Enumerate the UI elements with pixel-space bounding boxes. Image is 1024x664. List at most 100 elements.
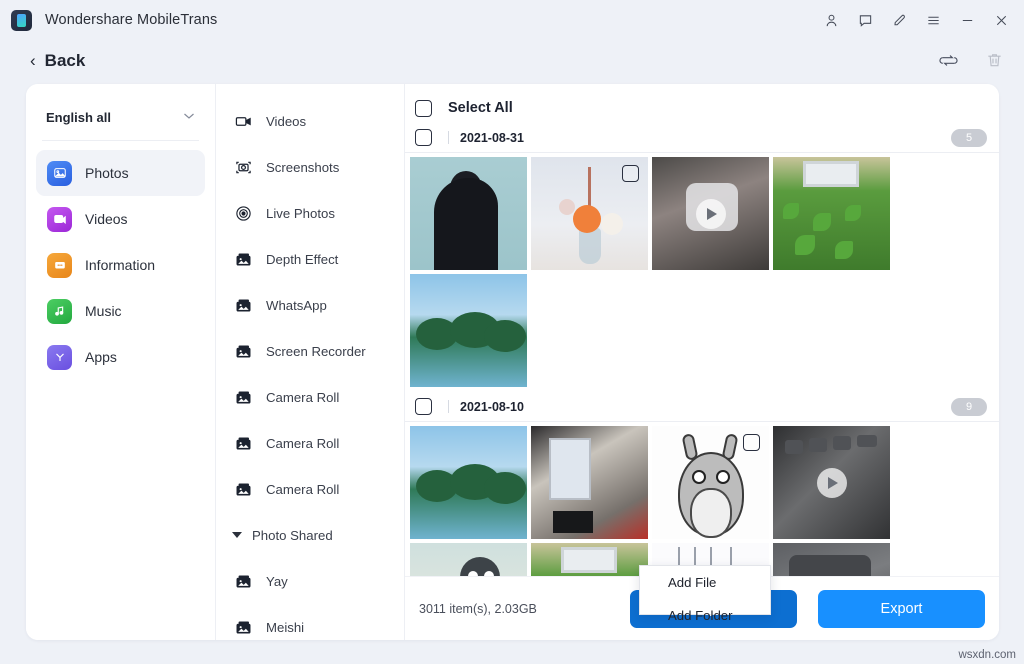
category-item-meishi[interactable]: Meishi (216, 604, 404, 640)
album-icon (234, 480, 253, 499)
video-airpods-case[interactable] (652, 157, 769, 270)
items-summary: 3011 item(s), 2.03GB (419, 602, 537, 616)
category-group-photo-shared[interactable]: Photo Shared (216, 512, 404, 558)
import-dropdown-menu: Add File Add Folder (639, 565, 771, 615)
chevron-down-icon (183, 111, 195, 123)
apps-icon (47, 345, 72, 370)
select-all-label: Select All (448, 100, 513, 116)
group-count-badge: 5 (951, 129, 987, 147)
photo-beach-palms-2[interactable] (410, 426, 527, 539)
watermark: wsxdn.com (958, 649, 1016, 661)
account-icon[interactable] (814, 4, 848, 36)
category-label: Photo Shared (252, 528, 333, 543)
sidebar-divider (42, 140, 199, 141)
category-item-camera-roll-3[interactable]: Camera Roll (216, 466, 404, 512)
triangle-down-icon (232, 532, 242, 538)
category-item-yay[interactable]: Yay (216, 558, 404, 604)
refresh-icon[interactable] (936, 48, 960, 72)
category-label: Yay (266, 574, 288, 589)
category-item-camera-roll-1[interactable]: Camera Roll (216, 374, 404, 420)
category-label: WhatsApp (266, 298, 327, 313)
photo-person-black-outfit[interactable] (410, 157, 527, 270)
group-date: 2021-08-31 (460, 131, 524, 145)
category-label: Camera Roll (266, 482, 339, 497)
menu-item-add-folder[interactable]: Add Folder (640, 603, 770, 628)
close-icon[interactable] (984, 4, 1018, 36)
category-label: Videos (266, 114, 306, 129)
sidebar-item-music[interactable]: Music (36, 288, 205, 334)
export-button[interactable]: Export (818, 590, 985, 628)
date-group-header[interactable]: 2021-08-31 5 (405, 123, 999, 153)
title-bar: Wondershare MobileTrans (0, 0, 1024, 40)
app-logo-icon (11, 10, 32, 31)
information-icon (47, 253, 72, 278)
back-row: ‹ Back (0, 40, 1024, 82)
language-value: English all (46, 110, 111, 125)
date-group-header[interactable]: 2021-08-10 9 (405, 392, 999, 422)
select-all-checkbox[interactable] (415, 100, 432, 117)
back-button[interactable]: ‹ Back (30, 51, 85, 71)
album-icon (234, 572, 253, 591)
category-item-screen-recorder[interactable]: Screen Recorder (216, 328, 404, 374)
category-item-whatsapp[interactable]: WhatsApp (216, 282, 404, 328)
feedback-icon[interactable] (848, 4, 882, 36)
album-icon (234, 342, 253, 361)
thumbnail-checkbox[interactable] (622, 165, 639, 182)
category-label: Screen Recorder (266, 344, 366, 359)
live-photo-icon (234, 204, 253, 223)
main-card: English all Photos (26, 84, 999, 640)
sidebar-item-videos[interactable]: Videos (36, 196, 205, 242)
screenshot-icon (234, 158, 253, 177)
videos-icon (47, 207, 72, 232)
sidebar-item-photos[interactable]: Photos (36, 150, 205, 196)
category-item-screenshots[interactable]: Screenshots (216, 144, 404, 190)
category-list: Videos Screenshots Live Photos (215, 84, 405, 640)
video-camera-icon (234, 112, 253, 131)
sidebar-item-information[interactable]: Information (36, 242, 205, 288)
category-item-camera-roll-2[interactable]: Camera Roll (216, 420, 404, 466)
menu-icon[interactable] (916, 4, 950, 36)
video-keyboard-dark[interactable] (773, 426, 890, 539)
category-label: Meishi (266, 620, 304, 635)
photo-ivy-window[interactable] (773, 157, 890, 270)
photo-grid-panel: Select All 2021-08-31 5 (405, 84, 999, 640)
thumbnail-checkbox[interactable] (743, 434, 760, 451)
sidebar-item-apps[interactable]: Apps (36, 334, 205, 380)
category-label: Screenshots (266, 160, 339, 175)
group-count-badge: 9 (951, 398, 987, 416)
album-icon (234, 296, 253, 315)
sidebar-item-label: Music (85, 303, 122, 319)
language-selector[interactable]: English all (42, 102, 199, 132)
album-icon (234, 618, 253, 637)
photo-beach-palms[interactable] (410, 274, 527, 387)
menu-item-add-file[interactable]: Add File (640, 570, 770, 595)
music-icon (47, 299, 72, 324)
photo-totoro-lineart[interactable] (652, 426, 769, 539)
delete-icon[interactable] (982, 48, 1006, 72)
album-icon (234, 388, 253, 407)
select-all-row[interactable]: Select All (405, 93, 999, 123)
app-title: Wondershare MobileTrans (45, 12, 217, 28)
album-icon (234, 434, 253, 453)
category-item-live-photos[interactable]: Live Photos (216, 190, 404, 236)
sidebar-item-label: Videos (85, 211, 128, 227)
category-item-depth-effect[interactable]: Depth Effect (216, 236, 404, 282)
divider (448, 131, 449, 144)
play-icon (696, 199, 726, 229)
edit-icon[interactable] (882, 4, 916, 36)
album-icon (234, 250, 253, 269)
group-checkbox[interactable] (415, 129, 432, 146)
sidebar-item-label: Photos (85, 165, 129, 181)
sidebar: English all Photos (26, 84, 215, 640)
back-chevron-icon: ‹ (30, 51, 36, 71)
play-icon (817, 468, 847, 498)
category-item-videos[interactable]: Videos (216, 98, 404, 144)
photo-flower-vase[interactable] (531, 157, 648, 270)
mobiletrans-window: Wondershare MobileTrans (0, 0, 1024, 664)
group-checkbox[interactable] (415, 398, 432, 415)
category-label: Depth Effect (266, 252, 338, 267)
header-actions (936, 48, 1006, 72)
sidebar-item-label: Information (85, 257, 155, 273)
photo-office-desk[interactable] (531, 426, 648, 539)
minimize-icon[interactable] (950, 4, 984, 36)
